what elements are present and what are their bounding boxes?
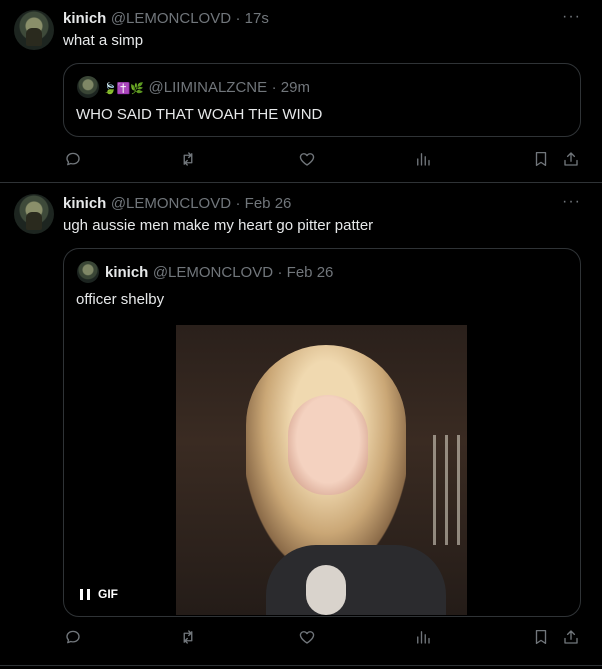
timestamp: · 29m [271,79,310,96]
background-lights [427,435,467,545]
display-name[interactable]: kinich [63,10,106,27]
timestamp[interactable]: · Feb 26 [236,195,292,212]
more-options-icon[interactable]: ··· [562,193,581,211]
action-bar [63,149,583,169]
gif-figure-shirt [266,545,446,615]
retweet-icon[interactable] [178,149,198,169]
share-icon[interactable] [561,627,581,647]
handle[interactable]: @LEMONCLOVD [111,195,231,212]
timestamp[interactable]: · 17s [236,10,269,27]
display-name[interactable]: kinich [63,195,106,212]
quote-header: 🍃✝️🌿 @LIIMINALZCNE · 29m [103,79,310,97]
timestamp: · Feb 26 [277,264,334,281]
display-name: kinich [105,264,149,281]
retweet-icon[interactable] [178,627,198,647]
tweet-header: kinich @LEMONCLOVD · 17s [63,10,269,28]
avatar [77,76,99,98]
views-icon[interactable] [413,627,433,647]
reply-icon[interactable] [63,149,83,169]
handle[interactable]: @LEMONCLOVD [111,10,231,27]
avatar[interactable] [14,194,54,234]
bookmark-icon[interactable] [531,149,551,169]
share-icon[interactable] [561,149,581,169]
avatar [77,261,99,283]
quoted-tweet[interactable]: kinich @LEMONCLOVD · Feb 26 officer shel… [63,248,581,617]
name-decoration: 🍃✝️🌿 [103,83,145,95]
gif-media[interactable] [176,325,467,615]
action-bar [63,627,583,647]
like-icon[interactable] [297,627,317,647]
bookmark-icon[interactable] [531,627,551,647]
gif-controls[interactable]: GIF [80,587,118,601]
quote-header: kinich @LEMONCLOVD · Feb 26 [105,264,333,282]
quote-text: officer shelby [76,291,165,308]
tweet-text: ugh aussie men make my heart go pitter p… [63,217,374,234]
quote-text: WHO SAID THAT WOAH THE WIND [76,106,323,123]
tweet-header: kinich @LEMONCLOVD · Feb 26 [63,195,291,213]
quoted-tweet[interactable]: 🍃✝️🌿 @LIIMINALZCNE · 29m WHO SAID THAT W… [63,63,581,137]
pause-icon[interactable] [80,588,90,600]
tweet-1[interactable]: kinich @LEMONCLOVD · 17s ··· what a simp… [0,0,602,182]
reply-icon[interactable] [63,627,83,647]
gif-figure-face [288,395,368,495]
views-icon[interactable] [413,149,433,169]
handle: @LIIMINALZCNE [148,79,268,96]
tweet-text: what a simp [63,32,144,49]
tweet-2[interactable]: kinich @LEMONCLOVD · Feb 26 ··· ugh auss… [0,183,602,669]
avatar[interactable] [14,10,54,50]
handle: @LEMONCLOVD [152,264,274,281]
more-options-icon[interactable]: ··· [562,8,581,26]
tweet-divider [0,665,602,666]
like-icon[interactable] [297,149,317,169]
gif-label: GIF [98,587,118,601]
